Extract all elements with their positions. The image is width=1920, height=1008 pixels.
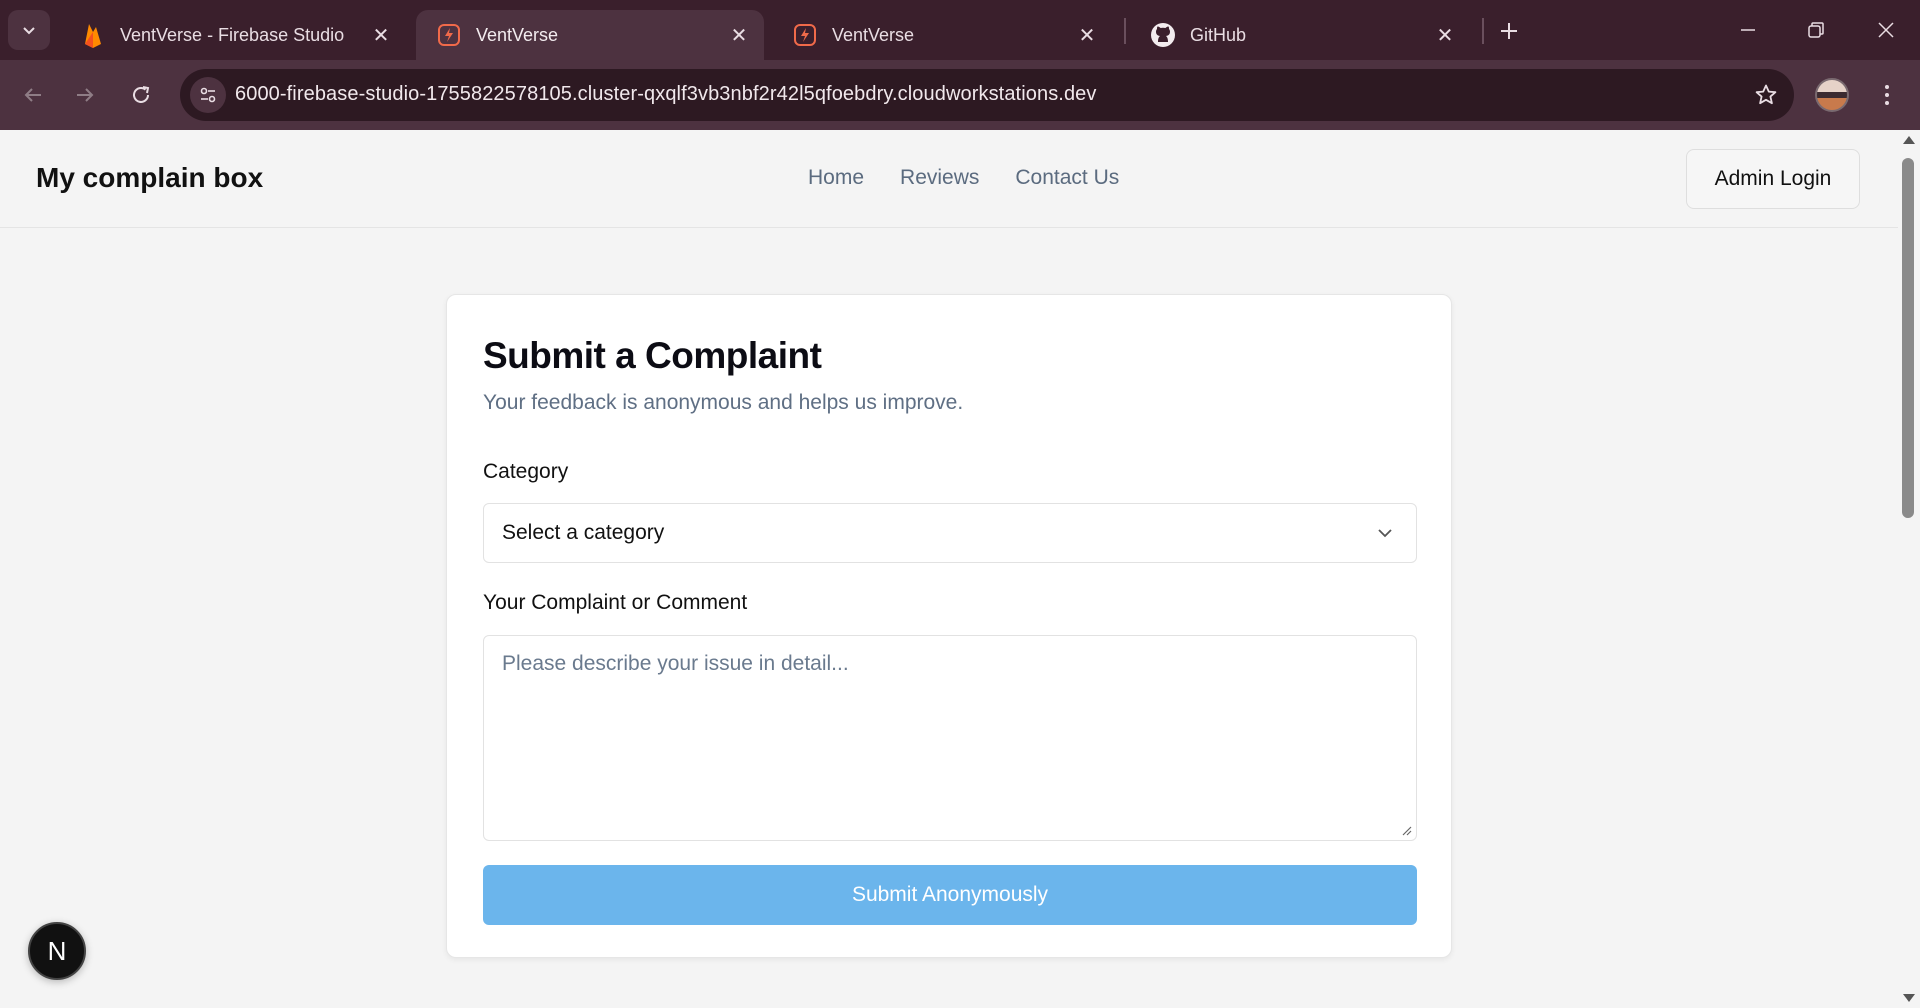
arrow-right-icon xyxy=(77,88,94,102)
form-title: Submit a Complaint xyxy=(483,335,822,376)
close-icon[interactable]: ✕ xyxy=(724,20,754,50)
nav-home-link[interactable]: Home xyxy=(808,166,864,190)
page-viewport: My complain box Home Reviews Contact Us … xyxy=(0,130,1898,1008)
nav-reviews-link[interactable]: Reviews xyxy=(900,166,979,190)
minimize-button[interactable] xyxy=(1720,8,1776,52)
main-nav: Home Reviews Contact Us xyxy=(808,166,1119,190)
back-button[interactable] xyxy=(12,74,54,116)
tab-title: VentVerse xyxy=(476,24,559,45)
studio-icon xyxy=(436,22,462,48)
tab-github[interactable]: GitHub ✕ xyxy=(1130,10,1470,60)
restore-button[interactable] xyxy=(1788,8,1844,52)
arrow-left-icon xyxy=(24,88,41,102)
tab-separator xyxy=(1482,18,1484,44)
category-select-value: Select a category xyxy=(502,521,665,544)
category-label: Category xyxy=(483,460,569,483)
tab-firebase-studio[interactable]: VentVerse - Firebase Studio ✕ xyxy=(60,10,406,60)
restore-icon xyxy=(1808,22,1824,38)
github-icon xyxy=(1150,22,1176,48)
minimize-icon xyxy=(1741,29,1755,31)
tab-ventverse[interactable]: VentVerse ✕ xyxy=(772,10,1112,60)
address-bar[interactable]: 6000-firebase-studio-1755822578105.clust… xyxy=(180,69,1794,121)
resize-handle-icon[interactable] xyxy=(1400,824,1412,836)
tab-separator xyxy=(1124,18,1126,44)
scroll-thumb[interactable] xyxy=(1902,158,1914,518)
close-icon[interactable]: ✕ xyxy=(366,20,396,50)
reload-icon xyxy=(133,86,150,103)
site-brand[interactable]: My complain box xyxy=(36,162,263,194)
badge-letter: N xyxy=(47,935,67,966)
nav-contact-link[interactable]: Contact Us xyxy=(1015,166,1119,190)
chevron-down-icon xyxy=(1378,529,1392,538)
reload-button[interactable] xyxy=(120,74,162,116)
bookmark-star-icon[interactable] xyxy=(1752,81,1780,109)
close-icon[interactable]: ✕ xyxy=(1430,20,1460,50)
firebase-icon xyxy=(80,22,106,48)
tab-ventverse-active[interactable]: VentVerse ✕ xyxy=(416,10,764,60)
new-tab-button[interactable] xyxy=(1492,14,1526,48)
comment-label: Your Complaint or Comment xyxy=(483,591,748,614)
tab-title: VentVerse xyxy=(832,24,915,45)
complaint-textarea[interactable]: Please describe your issue in detail... xyxy=(483,635,1417,841)
tab-title: VentVerse - Firebase Studio xyxy=(120,24,345,45)
page-scrollbar[interactable] xyxy=(1898,130,1920,1008)
scroll-up-arrow-icon[interactable] xyxy=(1903,136,1915,144)
complaint-form-card: Submit a Complaint Your feedback is anon… xyxy=(446,294,1452,958)
site-settings-icon[interactable] xyxy=(190,77,226,113)
close-icon[interactable]: ✕ xyxy=(1072,20,1102,50)
profile-avatar[interactable] xyxy=(1815,78,1849,112)
scroll-down-arrow-icon[interactable] xyxy=(1903,994,1915,1002)
plus-icon xyxy=(1501,23,1517,39)
browser-tab-bar: VentVerse - Firebase Studio ✕ VentVerse … xyxy=(0,0,1920,60)
close-icon xyxy=(1878,22,1894,38)
nextjs-devtools-badge[interactable]: N xyxy=(28,922,86,980)
submit-anonymously-button[interactable]: Submit Anonymously xyxy=(483,865,1417,925)
browser-menu-icon[interactable] xyxy=(1872,80,1902,110)
chevron-down-icon xyxy=(23,27,35,35)
tab-search-button[interactable] xyxy=(8,10,50,50)
url-text[interactable]: 6000-firebase-studio-1755822578105.clust… xyxy=(235,83,1097,106)
studio-icon xyxy=(792,22,818,48)
tab-title: GitHub xyxy=(1190,24,1247,45)
category-select[interactable]: Select a category xyxy=(483,503,1417,563)
forward-button[interactable] xyxy=(64,74,106,116)
close-window-button[interactable] xyxy=(1858,8,1914,52)
browser-toolbar: 6000-firebase-studio-1755822578105.clust… xyxy=(0,60,1920,130)
complaint-placeholder: Please describe your issue in detail... xyxy=(502,652,849,675)
admin-login-button[interactable]: Admin Login xyxy=(1686,149,1860,209)
form-subtitle: Your feedback is anonymous and helps us … xyxy=(483,391,964,414)
site-header: My complain box Home Reviews Contact Us … xyxy=(0,130,1898,228)
